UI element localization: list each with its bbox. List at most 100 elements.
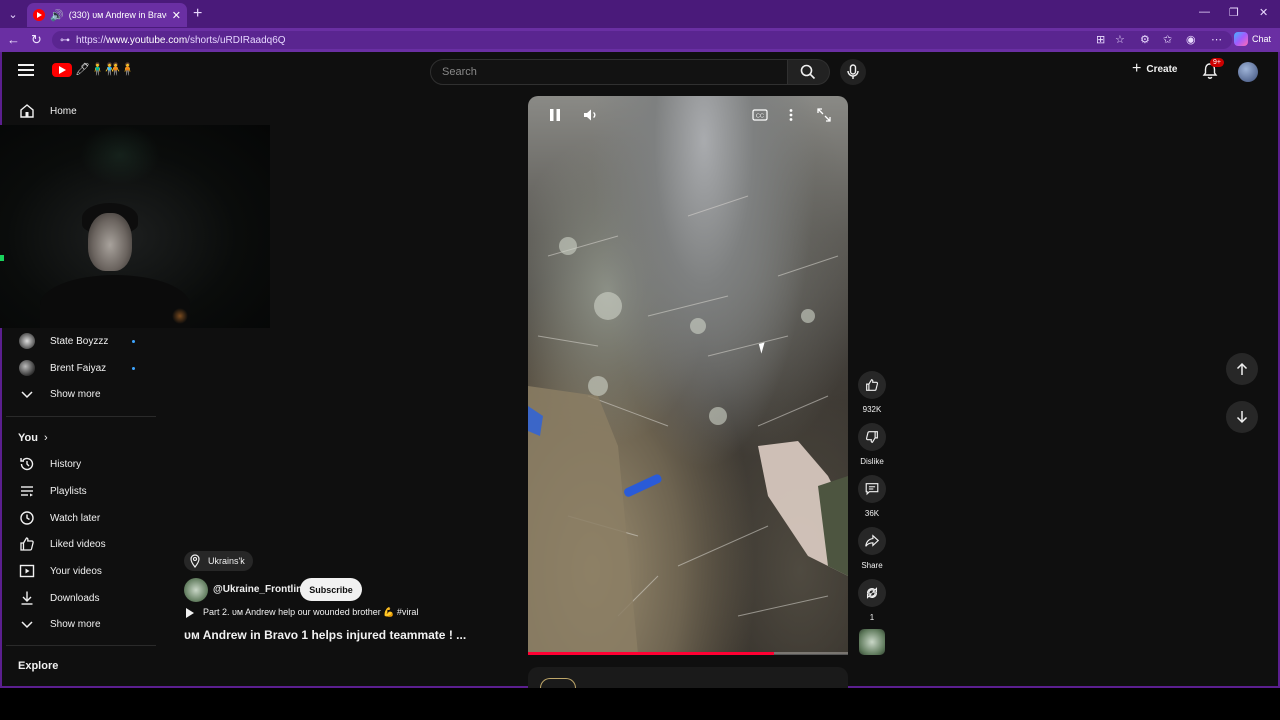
microphone-icon bbox=[847, 64, 859, 79]
your-videos-icon bbox=[19, 564, 35, 578]
short-title[interactable]: ᴜᴍ Andrew in Bravo 1 helps injured teamm… bbox=[184, 628, 466, 642]
shorts-video-player[interactable]: CC bbox=[528, 96, 848, 654]
sidebar-item-home[interactable]: Home bbox=[2, 98, 158, 124]
channel-avatar[interactable] bbox=[184, 578, 208, 602]
sidebar-item-label: State Boyzzz bbox=[50, 335, 109, 347]
logo-doodle: 🖊🧍‍♂️🧑‍🤝‍🧑🧍 bbox=[75, 62, 136, 76]
sound-thumbnail[interactable] bbox=[859, 629, 885, 655]
like-count: 932K bbox=[862, 405, 882, 414]
site-info-icon[interactable]: ⊶ bbox=[60, 35, 70, 46]
comment-count: 36K bbox=[864, 509, 880, 518]
subscribe-button[interactable]: Subscribe bbox=[300, 578, 362, 601]
sidebar-item-liked-videos[interactable]: Liked videos bbox=[2, 531, 158, 557]
chevron-down-icon bbox=[21, 621, 33, 629]
app-available-icon[interactable]: ⊞ bbox=[1096, 33, 1105, 46]
tab-youtube[interactable]: 🔊 (330) ᴜᴍ Andrew in Bravo 1 h ✕ bbox=[27, 3, 187, 27]
sidebar-item-label: History bbox=[50, 458, 82, 470]
arrow-up-icon bbox=[1236, 362, 1248, 375]
next-short-preview[interactable] bbox=[528, 667, 848, 688]
related-video-link[interactable]: Part 2. ᴜᴍ Andrew help our wounded broth… bbox=[186, 607, 418, 618]
next-short-button[interactable] bbox=[1226, 401, 1258, 433]
dislike-button[interactable] bbox=[858, 423, 886, 451]
comment-icon bbox=[865, 483, 879, 496]
tab-bar: ⌄ 🔊 (330) ᴜᴍ Andrew in Bravo 1 h ✕ + — ❐… bbox=[0, 0, 1280, 28]
more-menu-icon[interactable]: ⋯ bbox=[1211, 33, 1222, 46]
sidebar-item-state-boyzzz[interactable]: State Boyzzz bbox=[2, 328, 158, 354]
sidebar-item-label: Show more bbox=[50, 618, 101, 630]
remix-icon bbox=[866, 587, 878, 599]
fullscreen-icon[interactable] bbox=[817, 108, 831, 122]
comments-button[interactable] bbox=[858, 475, 886, 503]
share-button[interactable] bbox=[858, 527, 886, 555]
previous-short-button[interactable] bbox=[1226, 353, 1258, 385]
voice-search-button[interactable] bbox=[840, 59, 866, 85]
channel-name[interactable]: @Ukraine_Frontline bbox=[213, 584, 308, 595]
sidebar-item-brent-faiyaz[interactable]: Brent Faiyaz bbox=[2, 355, 158, 381]
location-chip[interactable]: Ukrains'k bbox=[184, 551, 253, 571]
location-pin-icon bbox=[190, 554, 200, 568]
new-content-dot bbox=[132, 366, 135, 370]
sidebar-item-label: Home bbox=[50, 105, 77, 117]
sidebar-section-explore: Explore bbox=[2, 653, 158, 679]
section-heading: Explore bbox=[18, 660, 59, 672]
youtube-header: 🖊🧍‍♂️🧑‍🤝‍🧑🧍 Search + Create 9+ bbox=[2, 52, 1278, 92]
search-input[interactable]: Search bbox=[430, 59, 788, 85]
minimize-icon[interactable]: — bbox=[1199, 6, 1210, 18]
account-avatar[interactable] bbox=[1238, 62, 1258, 82]
create-button[interactable]: + Create bbox=[1132, 61, 1178, 77]
favorites-icon[interactable]: ✩ bbox=[1163, 33, 1172, 46]
youtube-favicon-icon bbox=[33, 9, 45, 21]
related-video-title: Part 2. ᴜᴍ Andrew help our wounded broth… bbox=[203, 607, 419, 617]
audio-playing-icon[interactable]: 🔊 bbox=[50, 9, 64, 22]
sidebar-item-your-videos[interactable]: Your videos bbox=[2, 558, 158, 584]
back-icon[interactable]: ← bbox=[7, 32, 20, 47]
sidebar-section-you[interactable]: You › bbox=[2, 425, 158, 451]
sidebar-item-label: Watch later bbox=[50, 512, 101, 524]
sidebar-show-more-subscriptions[interactable]: Show more bbox=[2, 381, 158, 407]
more-options-icon[interactable] bbox=[787, 108, 795, 122]
sidebar-item-downloads[interactable]: Downloads bbox=[2, 585, 158, 611]
home-icon bbox=[20, 104, 34, 118]
window-close-icon[interactable]: ✕ bbox=[1259, 6, 1268, 19]
captions-icon[interactable]: CC bbox=[752, 108, 768, 122]
notification-badge: 9+ bbox=[1210, 58, 1224, 67]
sidebar-divider bbox=[6, 416, 156, 417]
search-button[interactable] bbox=[788, 59, 830, 85]
menu-icon[interactable] bbox=[18, 64, 34, 76]
extensions-icon[interactable]: ⚙ bbox=[1140, 33, 1150, 46]
tab-list-dropdown-icon[interactable]: ⌄ bbox=[4, 5, 22, 23]
sidebar-divider bbox=[6, 645, 156, 646]
sidebar-show-more-you[interactable]: Show more bbox=[2, 611, 158, 637]
sidebar-item-watch-later[interactable]: Watch later bbox=[2, 505, 158, 531]
new-tab-icon[interactable]: + bbox=[193, 5, 202, 23]
restore-icon[interactable]: ❐ bbox=[1229, 6, 1239, 19]
sidebar-item-label: Downloads bbox=[50, 592, 100, 604]
remix-button[interactable] bbox=[858, 579, 886, 607]
sidebar-item-label: Liked videos bbox=[50, 538, 106, 550]
chevron-right-icon: › bbox=[44, 432, 48, 444]
youtube-logo-icon[interactable] bbox=[52, 63, 72, 77]
sidebar-item-playlists[interactable]: Playlists bbox=[2, 478, 158, 504]
like-button[interactable] bbox=[858, 371, 886, 399]
sidebar-item-label: Brent Faiyaz bbox=[50, 362, 107, 374]
reload-icon[interactable]: ↻ bbox=[31, 32, 42, 48]
tab-close-icon[interactable]: ✕ bbox=[172, 9, 181, 22]
favorite-star-icon[interactable]: ☆ bbox=[1115, 33, 1125, 46]
url-field[interactable]: ⊶ https://www.youtube.com/shorts/uRDIRaa… bbox=[52, 31, 1232, 49]
history-icon bbox=[20, 457, 34, 471]
share-icon bbox=[865, 534, 880, 547]
search-placeholder: Search bbox=[442, 66, 477, 78]
thumbs-up-icon bbox=[20, 537, 34, 551]
volume-icon[interactable] bbox=[583, 108, 599, 122]
dislike-label: Dislike bbox=[860, 457, 884, 466]
copilot-chat-button[interactable]: Chat bbox=[1234, 32, 1271, 46]
create-label: Create bbox=[1146, 63, 1178, 75]
pause-icon[interactable] bbox=[548, 108, 562, 122]
share-label: Share bbox=[861, 561, 883, 570]
svg-text:CC: CC bbox=[756, 114, 764, 120]
sidebar-item-history[interactable]: History bbox=[2, 451, 158, 477]
play-icon bbox=[186, 607, 194, 618]
profile-icon[interactable]: ◉ bbox=[1186, 33, 1196, 46]
thumbs-down-icon bbox=[865, 431, 878, 443]
copilot-icon bbox=[1234, 32, 1248, 46]
